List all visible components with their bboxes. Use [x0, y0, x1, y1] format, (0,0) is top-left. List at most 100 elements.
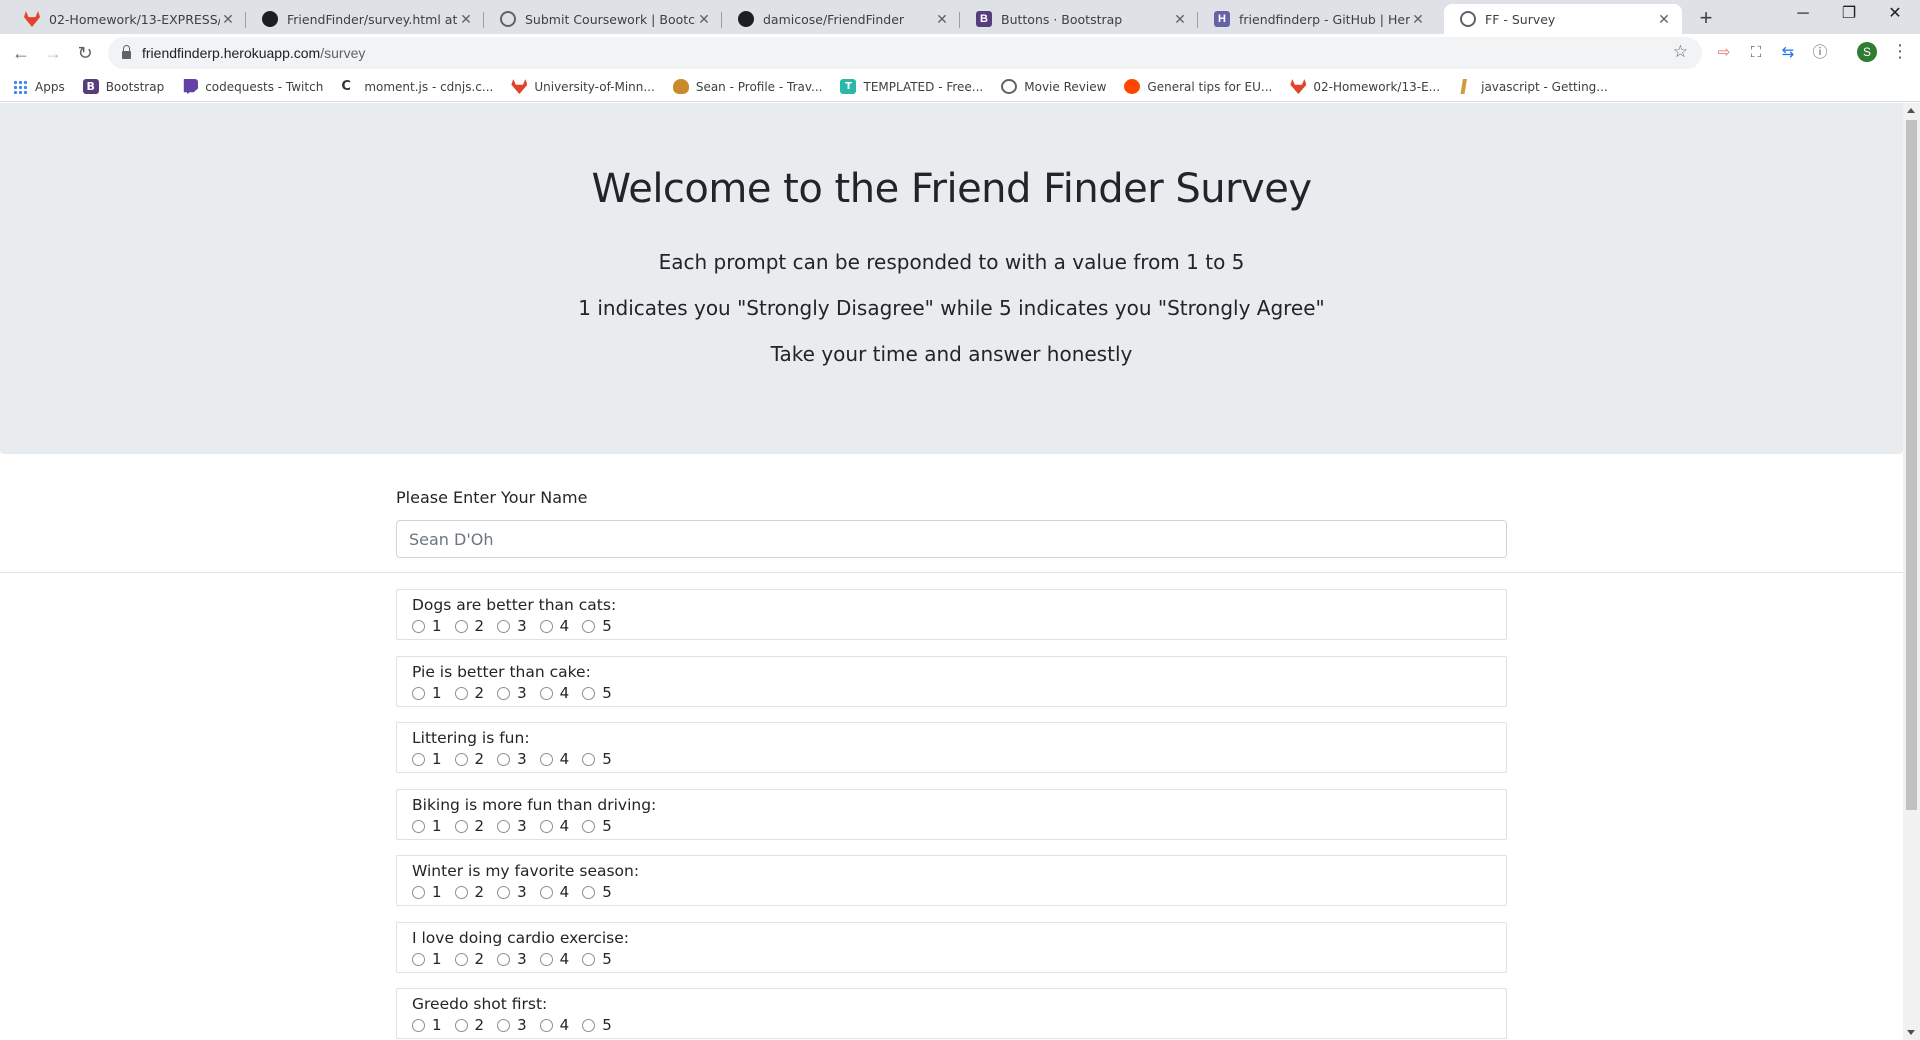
bookmark-momentjs[interactable]: C moment.js - cdnjs.c...	[341, 79, 493, 94]
radio-button[interactable]	[412, 819, 425, 833]
radio-button[interactable]	[412, 752, 425, 766]
rating-option[interactable]: 5	[582, 750, 612, 768]
more-menu-icon[interactable]: ⋮	[1890, 40, 1910, 64]
rating-option[interactable]: 3	[497, 817, 527, 835]
back-arrow-icon[interactable]: ←	[7, 39, 35, 67]
close-window-icon[interactable]: ✕	[1872, 0, 1918, 30]
radio-button[interactable]	[497, 952, 511, 966]
radio-button[interactable]	[412, 1018, 425, 1032]
tab-bootstrap-buttons[interactable]: B Buttons · Bootstrap ✕	[960, 4, 1198, 34]
rating-option[interactable]: 5	[582, 950, 612, 968]
close-icon[interactable]: ✕	[696, 11, 712, 28]
screen-capture-icon[interactable]: ⛶	[1746, 44, 1766, 62]
rating-option[interactable]: 4	[539, 883, 569, 901]
radio-button[interactable]	[497, 686, 511, 700]
bookmark-general-tips[interactable]: General tips for EU...	[1124, 79, 1272, 94]
rating-option[interactable]: 5	[582, 1016, 612, 1034]
rating-option[interactable]: 1	[412, 750, 442, 768]
bookmark-apps[interactable]: Apps	[13, 79, 65, 94]
address-bar[interactable]: friendfinderp.herokuapp.com/survey ☆	[108, 37, 1702, 69]
rating-option[interactable]: 3	[497, 750, 527, 768]
rating-option[interactable]: 1	[412, 950, 442, 968]
radio-button[interactable]	[582, 686, 596, 700]
rating-option[interactable]: 2	[454, 617, 484, 635]
radio-button[interactable]	[454, 686, 468, 700]
new-tab-icon[interactable]: +	[1692, 5, 1720, 33]
rating-option[interactable]: 1	[412, 684, 442, 702]
rating-option[interactable]: 4	[539, 684, 569, 702]
tab-gitlab-homework[interactable]: 02-Homework/13-EXPRESS/hom ✕	[8, 4, 246, 34]
close-icon[interactable]: ✕	[220, 11, 236, 28]
sync-extension-icon[interactable]: ⇆	[1778, 44, 1798, 62]
page-scrollbar[interactable]	[1903, 103, 1920, 1040]
radio-button[interactable]	[497, 619, 511, 633]
bookmark-templated[interactable]: T TEMPLATED - Free...	[840, 79, 983, 94]
rating-option[interactable]: 1	[412, 617, 442, 635]
rating-option[interactable]: 4	[539, 1016, 569, 1034]
radio-button[interactable]	[454, 885, 468, 899]
rating-option[interactable]: 3	[497, 684, 527, 702]
radio-button[interactable]	[454, 1018, 468, 1032]
rating-option[interactable]: 3	[497, 950, 527, 968]
restore-icon[interactable]: ❐	[1826, 0, 1872, 30]
rating-option[interactable]: 3	[497, 883, 527, 901]
info-extension-icon[interactable]: ⓘ	[1810, 44, 1830, 62]
rating-option[interactable]: 1	[412, 1016, 442, 1034]
radio-button[interactable]	[539, 619, 553, 633]
radio-button[interactable]	[454, 752, 468, 766]
radio-button[interactable]	[539, 819, 553, 833]
rating-option[interactable]: 5	[582, 684, 612, 702]
rating-option[interactable]: 5	[582, 617, 612, 635]
bookmark-twitch[interactable]: codequests - Twitch	[182, 79, 323, 94]
extension-icon[interactable]: ⇨	[1714, 44, 1734, 62]
tab-submit-coursework[interactable]: Submit Coursework | Bootcamp S ✕	[484, 4, 722, 34]
radio-button[interactable]	[539, 885, 553, 899]
radio-button[interactable]	[497, 885, 511, 899]
radio-button[interactable]	[412, 952, 425, 966]
tab-ff-survey[interactable]: FF - Survey ✕	[1444, 4, 1682, 34]
radio-button[interactable]	[582, 819, 596, 833]
profile-avatar[interactable]: S	[1857, 42, 1877, 62]
minimize-icon[interactable]: ─	[1780, 0, 1826, 30]
radio-button[interactable]	[454, 952, 468, 966]
bookmark-star-icon[interactable]: ☆	[1673, 42, 1688, 62]
close-icon[interactable]: ✕	[1410, 11, 1426, 28]
radio-button[interactable]	[497, 819, 511, 833]
radio-button[interactable]	[454, 619, 468, 633]
forward-arrow-icon[interactable]: →	[39, 39, 67, 67]
radio-button[interactable]	[497, 1018, 511, 1032]
rating-option[interactable]: 3	[497, 1016, 527, 1034]
scroll-down-arrow-icon[interactable]	[1907, 1030, 1915, 1035]
radio-button[interactable]	[412, 885, 425, 899]
rating-option[interactable]: 1	[412, 883, 442, 901]
rating-option[interactable]: 5	[582, 817, 612, 835]
radio-button[interactable]	[582, 885, 596, 899]
rating-option[interactable]: 2	[454, 750, 484, 768]
scroll-up-arrow-icon[interactable]	[1907, 108, 1915, 113]
rating-option[interactable]: 4	[539, 750, 569, 768]
radio-button[interactable]	[582, 952, 596, 966]
rating-option[interactable]: 4	[539, 617, 569, 635]
radio-button[interactable]	[454, 819, 468, 833]
rating-option[interactable]: 2	[454, 883, 484, 901]
radio-button[interactable]	[582, 619, 596, 633]
rating-option[interactable]: 3	[497, 617, 527, 635]
radio-button[interactable]	[497, 752, 511, 766]
radio-button[interactable]	[582, 752, 596, 766]
rating-option[interactable]: 4	[539, 817, 569, 835]
close-icon[interactable]: ✕	[934, 11, 950, 28]
bookmark-homework[interactable]: 02-Homework/13-E...	[1290, 79, 1440, 94]
rating-option[interactable]: 2	[454, 950, 484, 968]
tab-heroku[interactable]: H friendfinderp - GitHub | Heroku ✕	[1198, 4, 1436, 34]
name-input[interactable]	[396, 520, 1507, 558]
rating-option[interactable]: 2	[454, 817, 484, 835]
radio-button[interactable]	[539, 952, 553, 966]
tab-github-friendfinder[interactable]: damicose/FriendFinder ✕	[722, 4, 960, 34]
bookmark-university[interactable]: University-of-Minn...	[511, 79, 655, 94]
close-icon[interactable]: ✕	[1172, 11, 1188, 28]
rating-option[interactable]: 1	[412, 817, 442, 835]
rating-option[interactable]: 4	[539, 950, 569, 968]
bookmark-javascript[interactable]: javascript - Getting...	[1458, 79, 1608, 94]
radio-button[interactable]	[412, 619, 425, 633]
radio-button[interactable]	[539, 752, 553, 766]
